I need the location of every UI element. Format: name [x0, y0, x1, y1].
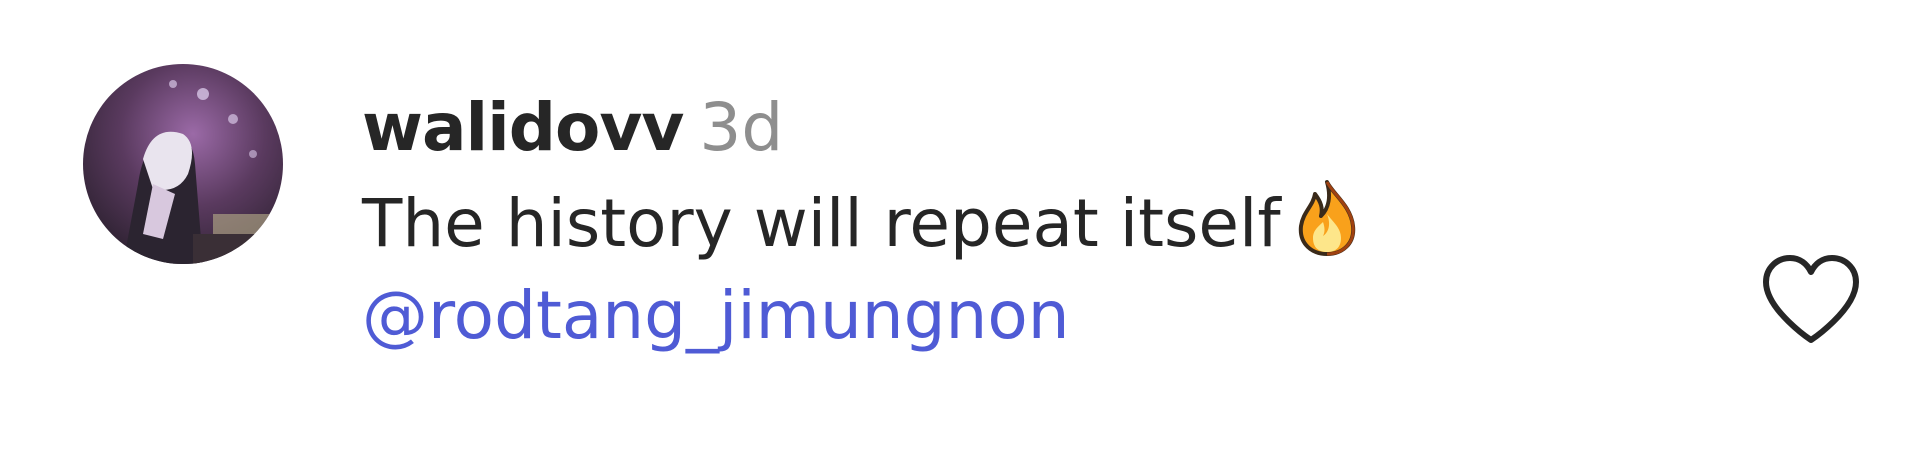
- username-link[interactable]: walidovv: [362, 89, 684, 166]
- avatar[interactable]: [83, 64, 283, 264]
- avatar-image: [83, 64, 283, 264]
- comment-text: The history will repeat itself: [362, 185, 1281, 262]
- comment-text-line: The history will repeat itself: [362, 178, 1662, 267]
- comment-item: walidovv 3d The history will repeat itsel…: [0, 0, 1908, 466]
- comment-meta: walidovv 3d: [362, 86, 1662, 170]
- comment-body: walidovv 3d The history will repeat itsel…: [362, 86, 1662, 359]
- timestamp[interactable]: 3d: [699, 89, 783, 166]
- like-button[interactable]: [1758, 250, 1864, 348]
- mention-link[interactable]: @rodtang_jimungnon: [362, 277, 1070, 354]
- heart-outline-icon: [1763, 255, 1859, 343]
- comment-mention-line: @rodtang_jimungnon: [362, 273, 1662, 359]
- fire-emoji-icon: [1295, 178, 1359, 258]
